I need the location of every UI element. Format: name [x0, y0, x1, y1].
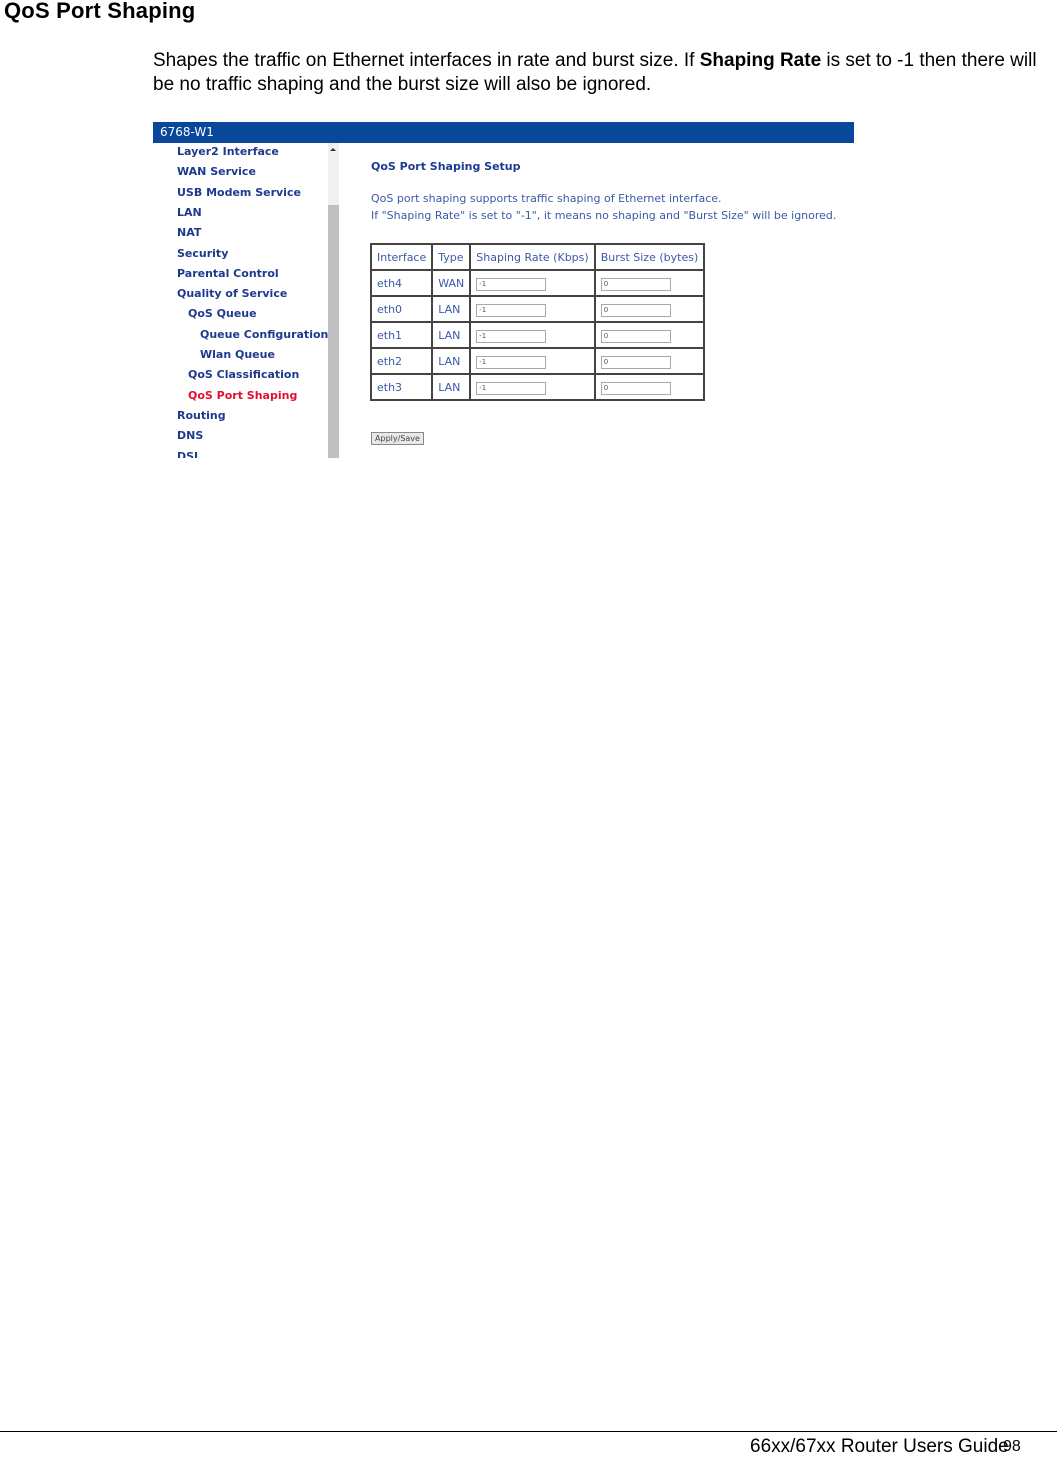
intro-text-1: Shapes the traffic on Ethernet interface… — [153, 50, 700, 71]
sidebar-item-qos-classification[interactable]: QoS Classification — [188, 368, 299, 381]
shaping-rate-cell — [469, 347, 596, 375]
burst-size-cell — [593, 269, 706, 297]
table-row: eth1 LAN — [369, 321, 706, 349]
footer-guide-title: 66xx/67xx Router Users Guide — [750, 1436, 1009, 1457]
table-header-row: Interface Type Shaping Rate (Kbps) Burst… — [369, 243, 706, 271]
description-line-1: QoS port shaping supports traffic shapin… — [371, 192, 722, 205]
sidebar-item-dns[interactable]: DNS — [177, 429, 203, 442]
table-row: eth4 WAN — [369, 269, 706, 297]
interface-cell: eth3 — [369, 373, 434, 401]
type-cell: WAN — [431, 269, 472, 297]
router-header-bar: 6768-W1 — [153, 122, 854, 143]
sidebar-item-parental-control[interactable]: Parental Control — [177, 267, 279, 280]
intro-bold-term: Shaping Rate — [699, 50, 822, 71]
burst-size-cell — [593, 321, 706, 349]
footer-divider — [0, 1431, 1057, 1432]
sidebar-item-usb-modem-service[interactable]: USB Modem Service — [177, 186, 301, 199]
sidebar-item-layer2-interface[interactable]: Layer2 Interface — [177, 145, 279, 158]
scroll-up-arrow-icon[interactable] — [330, 148, 336, 151]
burst-size-input[interactable] — [600, 277, 671, 291]
burst-size-input[interactable] — [600, 303, 671, 317]
burst-size-cell — [593, 295, 706, 323]
column-header-type: Type — [431, 243, 472, 271]
sidebar-item-wlan-queue[interactable]: Wlan Queue — [200, 348, 275, 361]
sidebar-item-routing[interactable]: Routing — [177, 409, 226, 422]
intro-paragraph: Shapes the traffic on Ethernet interface… — [153, 49, 1053, 97]
sidebar-item-wan-service[interactable]: WAN Service — [177, 165, 256, 178]
table-row: eth0 LAN — [369, 295, 706, 323]
sidebar-item-queue-configuration[interactable]: Queue Configuration — [200, 328, 328, 341]
shaping-rate-input[interactable] — [476, 303, 547, 317]
shaping-rate-input[interactable] — [476, 277, 547, 291]
type-cell: LAN — [431, 295, 472, 323]
sidebar-scrollbar[interactable] — [328, 143, 339, 458]
sidebar-nav: Layer2 Interface WAN Service USB Modem Ser… — [153, 143, 339, 458]
sidebar-item-qos-port-shaping[interactable]: QoS Port Shaping — [188, 389, 297, 402]
sidebar-item-qos-queue[interactable]: QoS Queue — [188, 307, 257, 320]
port-shaping-table: Interface Type Shaping Rate (Kbps) Burst… — [369, 243, 706, 401]
burst-size-input[interactable] — [600, 329, 671, 343]
table-row: eth2 LAN — [369, 347, 706, 375]
type-cell: LAN — [431, 321, 472, 349]
column-header-shaping-rate: Shaping Rate (Kbps) — [469, 243, 596, 271]
burst-size-cell — [593, 347, 706, 375]
sidebar-item-security[interactable]: Security — [177, 247, 228, 260]
table-row: eth3 LAN — [369, 373, 706, 401]
interface-cell: eth1 — [369, 321, 434, 349]
sidebar-item-lan[interactable]: LAN — [177, 206, 202, 219]
sidebar-item-dsl[interactable]: DSL — [177, 450, 201, 459]
shaping-rate-input[interactable] — [476, 329, 547, 343]
sidebar-item-nat[interactable]: NAT — [177, 226, 201, 239]
shaping-rate-cell — [469, 373, 596, 401]
shaping-rate-input[interactable] — [476, 355, 547, 369]
page-number: 98 — [1003, 1438, 1021, 1455]
type-cell: LAN — [431, 347, 472, 375]
burst-size-input[interactable] — [600, 355, 671, 369]
shaping-rate-cell — [469, 321, 596, 349]
interface-cell: eth0 — [369, 295, 434, 323]
interface-cell: eth4 — [369, 269, 434, 297]
apply-save-button[interactable]: Apply/Save — [371, 432, 424, 445]
shaping-rate-cell — [469, 295, 596, 323]
type-cell: LAN — [431, 373, 472, 401]
router-model-title: 6768-W1 — [160, 125, 214, 139]
column-header-interface: Interface — [369, 243, 434, 271]
shaping-rate-cell — [469, 269, 596, 297]
description-line-2: If "Shaping Rate" is set to "-1", it mea… — [371, 209, 837, 222]
shaping-rate-input[interactable] — [476, 381, 547, 395]
burst-size-input[interactable] — [600, 381, 671, 395]
main-content: QoS Port Shaping Setup QoS port shaping … — [339, 143, 854, 458]
sidebar-item-quality-of-service[interactable]: Quality of Service — [177, 287, 287, 300]
column-header-burst-size: Burst Size (bytes) — [593, 243, 706, 271]
interface-cell: eth2 — [369, 347, 434, 375]
burst-size-cell — [593, 373, 706, 401]
setup-title: QoS Port Shaping Setup — [371, 160, 521, 173]
router-ui-screenshot: 6768-W1 Layer2 Interface WAN Service USB M… — [153, 122, 854, 458]
document-title: QoS Port Shaping — [4, 0, 196, 23]
scroll-thumb[interactable] — [328, 205, 339, 458]
